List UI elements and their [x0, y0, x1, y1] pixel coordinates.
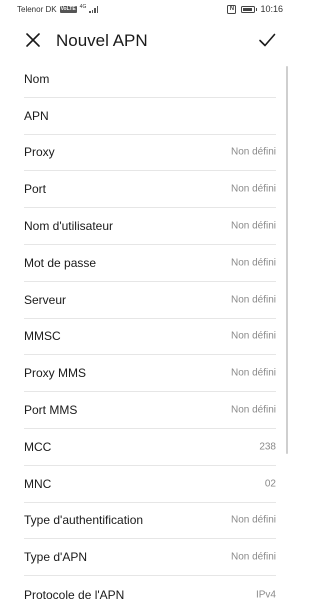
- apn-field-mmsc[interactable]: MMSC Non défini: [24, 319, 276, 356]
- field-label: Type d'authentification: [24, 513, 144, 528]
- apn-field-serveur[interactable]: Serveur Non défini: [24, 282, 276, 319]
- close-icon: [26, 33, 40, 47]
- apn-field-protocole-de-l-apn[interactable]: Protocole de l'APN IPv4: [24, 576, 276, 612]
- battery-icon: [241, 5, 258, 13]
- status-right: N 10:16: [227, 4, 283, 14]
- confirm-button[interactable]: [258, 31, 276, 49]
- apn-field-mcc[interactable]: MCC 238: [24, 429, 276, 466]
- page-title: Nouvel APN: [56, 31, 148, 50]
- apn-field-apn[interactable]: APN: [24, 98, 276, 135]
- header: Nouvel APN: [0, 20, 300, 62]
- field-value: 238: [259, 441, 276, 453]
- field-value: Non défini: [230, 551, 276, 563]
- field-value: Non défini: [230, 514, 276, 526]
- field-label: Serveur: [24, 292, 67, 307]
- volte-badge: VoLTE: [59, 6, 77, 13]
- apn-field-proxy-mms[interactable]: Proxy MMS Non défini: [24, 355, 276, 393]
- field-value: Non défini: [230, 367, 276, 379]
- field-label: Port: [24, 182, 47, 197]
- apn-field-port-mms[interactable]: Port MMS Non défini: [24, 392, 276, 429]
- status-left: Telenor DK VoLTE 4G: [17, 5, 98, 14]
- field-label: Nom d'utilisateur: [24, 219, 113, 234]
- field-label: MNC: [24, 476, 52, 491]
- apn-field-mot-de-passe[interactable]: Mot de passe Non défini: [24, 245, 276, 282]
- apn-field-list: Nom APN Proxy Non défini Port Non défini…: [0, 61, 300, 612]
- clock: 10:16: [260, 4, 283, 14]
- apn-field-type-d-apn[interactable]: Type d'APN Non défini: [24, 539, 276, 577]
- battery-level-fill: [243, 7, 252, 11]
- field-label: MMSC: [24, 329, 61, 344]
- field-label: MCC: [24, 439, 52, 454]
- scrollbar[interactable]: [286, 66, 288, 454]
- signal-strength-icon: [89, 6, 98, 13]
- field-label: Proxy: [24, 145, 55, 160]
- apn-field-proxy[interactable]: Proxy Non défini: [24, 135, 276, 172]
- field-value: Non défini: [230, 404, 276, 416]
- close-button[interactable]: [24, 31, 42, 49]
- apn-editor-screen: Telenor DK VoLTE 4G N 10:16 Nouvel APN N…: [0, 0, 300, 612]
- field-label: APN: [24, 108, 49, 123]
- nfc-icon: N: [227, 4, 237, 14]
- checkmark-icon: [259, 33, 276, 47]
- field-value: Non défini: [230, 146, 276, 158]
- field-label: Type d'APN: [24, 550, 87, 565]
- apn-field-nom[interactable]: Nom: [24, 61, 276, 98]
- carrier-name: Telenor DK: [17, 5, 57, 14]
- apn-field-mnc[interactable]: MNC 02: [24, 466, 276, 503]
- field-value: IPv4: [255, 589, 276, 601]
- field-value: Non défini: [230, 183, 276, 195]
- field-label: Port MMS: [24, 403, 78, 418]
- field-value: Non défini: [230, 294, 276, 306]
- apn-field-type-d-authentification[interactable]: Type d'authentification Non défini: [24, 503, 276, 540]
- field-value: Non défini: [230, 330, 276, 342]
- apn-field-port[interactable]: Port Non défini: [24, 171, 276, 209]
- field-label: Nom: [24, 71, 50, 86]
- field-label: Proxy MMS: [24, 366, 87, 381]
- apn-field-nom-d-utilisateur[interactable]: Nom d'utilisateur Non défini: [24, 208, 276, 245]
- field-value: 02: [264, 478, 276, 490]
- status-bar: Telenor DK VoLTE 4G N 10:16: [0, 0, 300, 20]
- field-value: Non défini: [230, 220, 276, 232]
- field-label: Protocole de l'APN: [24, 587, 125, 602]
- field-label: Mot de passe: [24, 255, 97, 270]
- field-value: Non défini: [230, 257, 276, 269]
- network-type: 4G: [79, 4, 87, 10]
